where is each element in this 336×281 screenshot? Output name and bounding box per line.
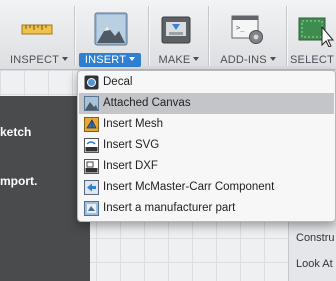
insert-dropdown-menu: Decal Attached Canvas Insert Mesh Insert… [77, 70, 336, 222]
toolbar: INSPECT INSERT MAKE >_ ADD-INS SELECT [0, 0, 336, 70]
svg-icon [84, 138, 99, 153]
chevron-down-icon [62, 57, 69, 61]
manufacturer-part-icon [84, 201, 99, 216]
make-group[interactable]: MAKE [149, 0, 207, 70]
browser-panel: Constru Look At [288, 222, 336, 281]
chevron-down-icon [129, 57, 136, 61]
addins-group[interactable]: >_ ADD-INS [209, 0, 285, 70]
menu-item-insert-mcmaster[interactable]: Insert McMaster-Carr Component [79, 177, 334, 198]
select-cursor-icon [298, 17, 336, 52]
ruler-icon [21, 20, 53, 45]
browser-item[interactable]: Look At [296, 258, 333, 270]
select-label[interactable]: SELECT [290, 54, 336, 68]
menu-item-decal[interactable]: Decal [79, 72, 334, 93]
decal-icon [84, 75, 99, 90]
script-gear-icon: >_ [231, 14, 265, 51]
browser-item[interactable]: Constru [296, 232, 335, 244]
tooltip-line-2: mport. [0, 174, 38, 188]
dxf-icon [84, 159, 99, 174]
select-group[interactable]: SELECT [287, 0, 336, 70]
make-label[interactable]: MAKE [153, 54, 205, 68]
addins-label[interactable]: ADD-INS [211, 54, 285, 68]
chevron-down-icon [193, 57, 200, 61]
canvas-icon [84, 96, 99, 111]
menu-item-insert-dxf[interactable]: Insert DXF [79, 156, 334, 177]
inspect-label[interactable]: INSPECT [6, 54, 72, 68]
mcmaster-icon [84, 180, 99, 195]
menu-item-insert-svg[interactable]: Insert SVG [79, 135, 334, 156]
image-canvas-icon [94, 12, 128, 51]
tooltip-line-1: ketch [0, 125, 32, 139]
inspect-group[interactable]: INSPECT [0, 0, 74, 70]
menu-item-attached-canvas[interactable]: Attached Canvas [79, 93, 334, 114]
menu-item-insert-mesh[interactable]: Insert Mesh [79, 114, 334, 135]
mesh-icon [84, 117, 99, 132]
chevron-down-icon [269, 57, 276, 61]
insert-label[interactable]: INSERT [79, 54, 141, 68]
menu-item-insert-manufacturer-part[interactable]: Insert a manufacturer part [79, 198, 334, 219]
svg-text:>_: >_ [236, 24, 245, 32]
insert-group[interactable]: INSERT [75, 0, 147, 70]
3d-printer-icon [160, 14, 192, 51]
